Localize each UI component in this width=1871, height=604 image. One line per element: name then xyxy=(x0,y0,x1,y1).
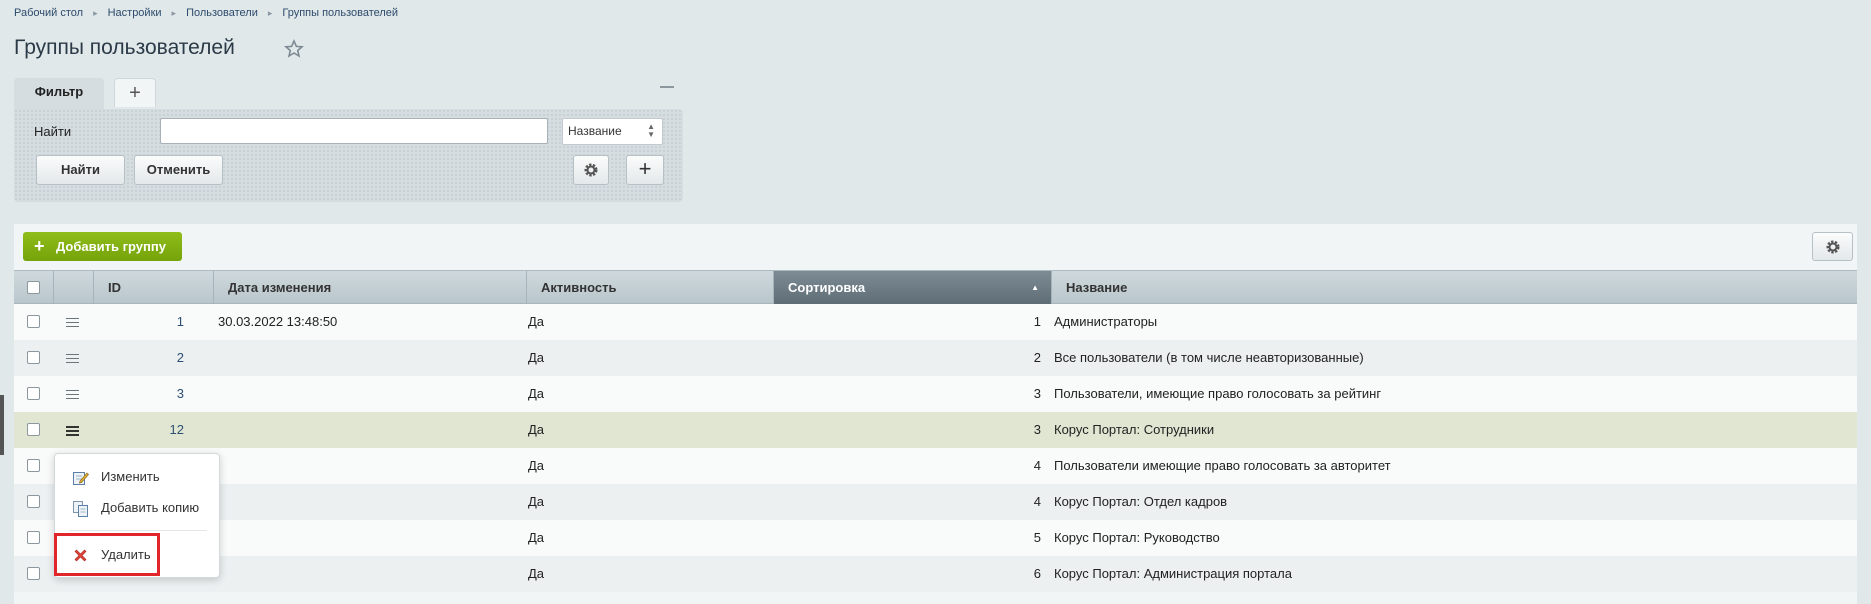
column-header-id[interactable]: ID xyxy=(94,271,214,304)
row-name: Пользователи имеющие право голосовать за… xyxy=(1054,458,1391,473)
row-checkbox[interactable] xyxy=(27,459,40,472)
filter-settings-button[interactable] xyxy=(573,155,609,185)
row-name: Администраторы xyxy=(1054,314,1158,329)
row-id[interactable]: 12 xyxy=(124,412,184,448)
menu-divider xyxy=(69,530,207,531)
row-active: Да xyxy=(528,422,545,437)
menu-item-copy-label: Добавить копию xyxy=(101,500,200,515)
row-name: Корус Портал: Сотрудники xyxy=(1054,422,1215,437)
column-header-sort-label: Сортировка xyxy=(788,280,866,295)
table-row[interactable]: Да 6 Корус Портал: Администрация портала xyxy=(14,556,1857,592)
tab-filter[interactable]: Фильтр xyxy=(14,78,104,110)
row-active: Да xyxy=(528,494,545,509)
breadcrumb: Рабочий стол ▸ Настройки ▸ Пользователи … xyxy=(14,7,398,19)
table-header: ID Дата изменения Активность Сортировка … xyxy=(14,270,1857,304)
cancel-button[interactable]: Отменить xyxy=(134,155,223,185)
row-name: Все пользователи (в том числе неавторизо… xyxy=(1054,350,1364,365)
row-actions-menu-icon[interactable] xyxy=(66,354,79,363)
search-input[interactable] xyxy=(160,118,548,144)
menu-item-edit[interactable]: Изменить xyxy=(55,462,219,492)
row-active: Да xyxy=(528,314,545,329)
plus-icon: + xyxy=(34,236,45,256)
find-button[interactable]: Найти xyxy=(36,155,125,185)
table-row[interactable]: 2 Да 2 Все пользователи (в том числе неа… xyxy=(14,340,1857,376)
add-filter-field-button[interactable]: + xyxy=(626,155,664,185)
page-title: Группы пользователей xyxy=(14,36,235,59)
star-icon[interactable] xyxy=(284,39,304,59)
plus-icon: + xyxy=(129,82,141,104)
delete-highlight-box xyxy=(54,533,160,576)
row-active: Да xyxy=(528,530,545,545)
row-checkbox[interactable] xyxy=(27,495,40,508)
row-sort: 3 xyxy=(1033,422,1041,437)
search-field-select[interactable]: Название ▲ ▼ xyxy=(562,118,663,145)
column-header-active[interactable]: Активность xyxy=(527,271,774,304)
row-checkbox[interactable] xyxy=(27,423,40,436)
edit-icon xyxy=(73,472,89,485)
row-actions-menu-icon[interactable] xyxy=(66,390,79,399)
add-filter-tab-button[interactable]: + xyxy=(114,78,156,107)
row-sort: 2 xyxy=(1033,350,1041,365)
column-header-date[interactable]: Дата изменения xyxy=(214,271,527,304)
row-actions-menu-icon[interactable] xyxy=(66,426,79,436)
menu-item-edit-label: Изменить xyxy=(101,469,160,484)
menu-item-copy[interactable]: Добавить копию xyxy=(55,493,219,523)
select-arrows-icon: ▲ ▼ xyxy=(647,122,655,139)
sort-ascending-icon: ▲ xyxy=(1031,283,1039,292)
chevron-right-icon: ▸ xyxy=(93,7,98,18)
row-checkbox[interactable] xyxy=(27,567,40,580)
row-active: Да xyxy=(528,458,545,473)
collapse-icon[interactable] xyxy=(660,86,674,88)
search-field-select-value: Название xyxy=(568,124,622,138)
row-sort: 6 xyxy=(1033,566,1041,581)
select-all-cell xyxy=(14,271,54,304)
row-id[interactable]: 1 xyxy=(124,304,184,340)
row-checkbox[interactable] xyxy=(27,531,40,544)
row-actions-menu-icon[interactable] xyxy=(66,318,79,327)
table-row-selected[interactable]: 12 Да 3 Корус Портал: Сотрудники xyxy=(14,412,1857,448)
row-checkbox[interactable] xyxy=(27,351,40,364)
chevron-right-icon: ▸ xyxy=(171,7,177,18)
breadcrumb-item-user-groups[interactable]: Группы пользователей xyxy=(282,7,398,19)
copy-icon xyxy=(73,501,88,517)
row-active: Да xyxy=(528,566,545,581)
table-row[interactable]: 3 Да 3 Пользователи, имеющие право голос… xyxy=(14,376,1857,412)
gear-icon xyxy=(1826,240,1839,254)
row-sort: 3 xyxy=(1033,386,1041,401)
table-row[interactable]: Да 5 Корус Портал: Руководство xyxy=(14,520,1857,556)
row-checkbox[interactable] xyxy=(27,315,40,328)
breadcrumb-item-desktop[interactable]: Рабочий стол xyxy=(14,7,83,19)
breadcrumb-item-settings[interactable]: Настройки xyxy=(108,7,162,19)
list-settings-button[interactable] xyxy=(1812,232,1853,261)
row-id[interactable]: 2 xyxy=(124,340,184,376)
row-sort: 4 xyxy=(1033,458,1041,473)
row-date: 30.03.2022 13:48:50 xyxy=(218,314,338,329)
plus-icon: + xyxy=(638,156,652,181)
row-sort: 5 xyxy=(1033,530,1041,545)
select-all-checkbox[interactable] xyxy=(27,281,40,294)
column-header-name[interactable]: Название xyxy=(1052,271,1857,304)
row-name: Корус Портал: Отдел кадров xyxy=(1054,494,1228,509)
row-sort: 4 xyxy=(1033,494,1041,509)
table-row[interactable]: 1 30.03.2022 13:48:50 Да 1 Администратор… xyxy=(14,304,1857,340)
chevron-right-icon: ▸ xyxy=(267,7,273,18)
gear-icon xyxy=(584,163,598,177)
row-name: Пользователи, имеющие право голосовать з… xyxy=(1054,386,1382,401)
row-active: Да xyxy=(528,350,545,365)
search-label: Найти xyxy=(34,124,72,139)
row-checkbox[interactable] xyxy=(27,387,40,400)
row-active: Да xyxy=(528,386,545,401)
add-group-button-label: Добавить группу xyxy=(56,239,166,254)
row-name: Корус Портал: Администрация портала xyxy=(1054,566,1292,581)
add-group-button[interactable]: + Добавить группу xyxy=(23,232,182,261)
row-id[interactable]: 3 xyxy=(124,376,184,412)
side-panel-handle[interactable] xyxy=(0,395,4,455)
table-row[interactable]: Да 4 Корус Портал: Отдел кадров xyxy=(14,484,1857,520)
row-name: Корус Портал: Руководство xyxy=(1054,530,1220,545)
column-header-sort[interactable]: Сортировка ▲ xyxy=(774,271,1052,304)
actions-column-header xyxy=(54,271,94,304)
row-sort: 1 xyxy=(1033,314,1041,329)
breadcrumb-item-users[interactable]: Пользователи xyxy=(186,7,258,19)
table-row[interactable]: Да 4 Пользователи имеющие право голосова… xyxy=(14,448,1857,484)
